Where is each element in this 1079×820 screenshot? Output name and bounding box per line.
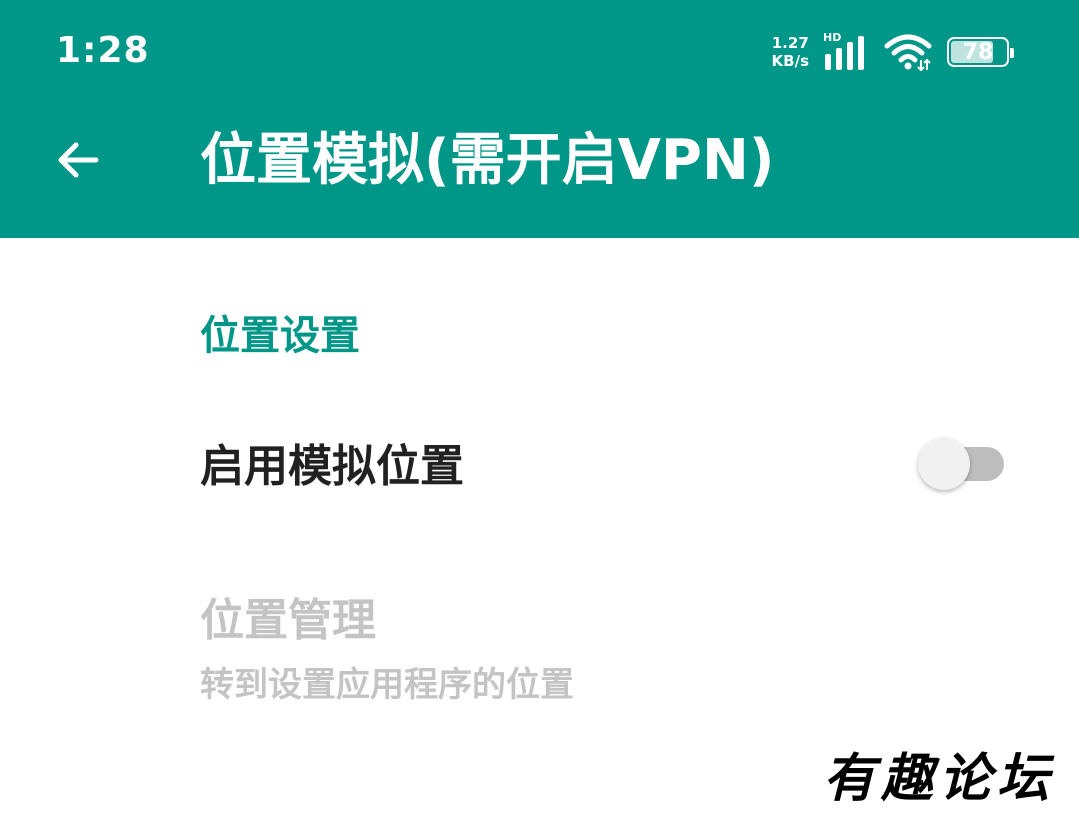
battery-icon: 78 [947, 37, 1014, 67]
switch-thumb [918, 438, 970, 490]
watermark-text: 有趣论坛 [822, 748, 1055, 809]
network-speed-value: 1.27 [771, 34, 809, 52]
battery-level: 78 [962, 39, 994, 65]
section-header-location-settings: 位置设置 [200, 313, 360, 359]
status-time: 1:28 [56, 30, 150, 71]
battery-tip [1010, 48, 1014, 58]
arrow-back-icon [58, 142, 99, 178]
hd-label: HD [823, 31, 842, 44]
enable-mock-location-row[interactable]: 启用模拟位置 [0, 425, 1079, 505]
network-speed-unit: KB/s [771, 52, 809, 70]
location-management-row: 位置管理 转到设置应用程序的位置 [0, 585, 1079, 715]
location-management-summary: 转到设置应用程序的位置 [200, 665, 574, 705]
signal-icon: HD [823, 32, 869, 72]
back-button[interactable] [48, 130, 108, 190]
page-title: 位置模拟(需开启VPN) [200, 128, 775, 193]
location-management-label: 位置管理 [200, 595, 376, 646]
network-speed: 1.27 KB/s [772, 34, 809, 70]
enable-mock-location-switch[interactable] [918, 436, 1006, 492]
enable-mock-location-label: 启用模拟位置 [200, 441, 464, 492]
wifi-icon [884, 34, 932, 72]
status-icons: 1.27 KB/s HD 78 [772, 30, 1014, 74]
app-bar: 1:28 1.27 KB/s HD 78 位置模拟(需开启VPN) [0, 0, 1079, 238]
